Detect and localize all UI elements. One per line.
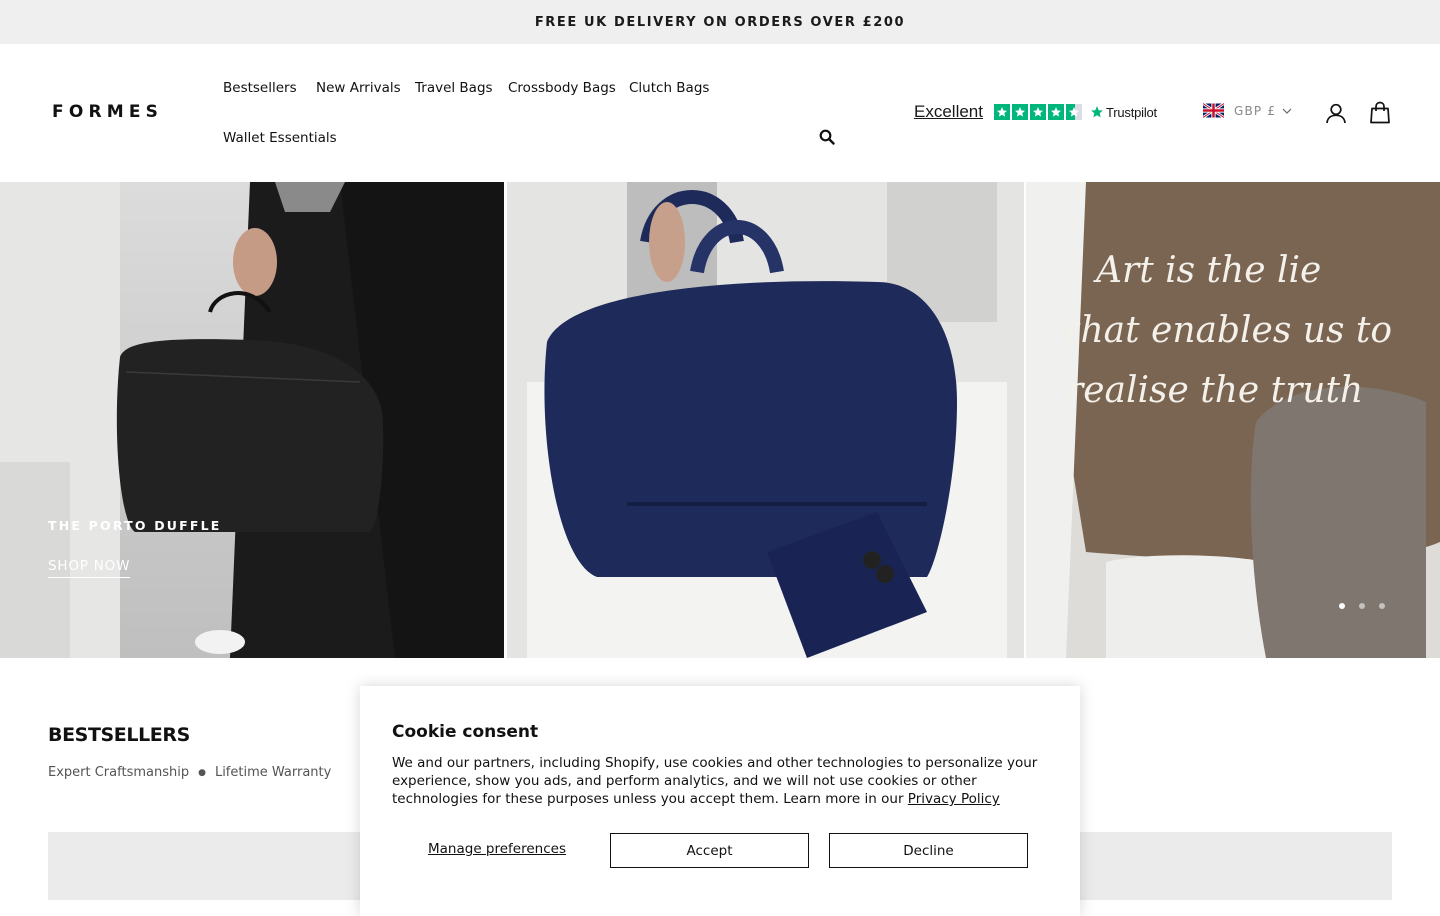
decline-button[interactable]: Decline (829, 833, 1028, 868)
trustpilot-widget[interactable]: Excellent Trustpilot (914, 100, 1157, 124)
carousel-dot-1[interactable] (1339, 603, 1345, 609)
nav-new-arrivals[interactable]: New Arrivals (316, 80, 401, 96)
chevron-down-icon (1282, 108, 1292, 114)
carousel-dot-2[interactable] (1359, 603, 1365, 609)
bestsellers-heading: BESTSELLERS (48, 724, 190, 746)
main-nav: Bestsellers New Arrivals Travel Bags Cro… (223, 44, 843, 182)
trustpilot-stars (993, 104, 1082, 120)
privacy-policy-link[interactable]: Privacy Policy (908, 791, 1000, 807)
svg-text:realise the truth: realise the truth (1066, 370, 1363, 411)
site-header: FORMES Bestsellers New Arrivals Travel B… (0, 44, 1440, 182)
svg-text:Art is the lie: Art is the lie (1093, 250, 1321, 291)
feature-craftsmanship: Expert Craftsmanship (48, 765, 190, 780)
trustpilot-brand: Trustpilot (1105, 104, 1157, 120)
accept-button[interactable]: Accept (610, 833, 809, 868)
star-icon (1011, 104, 1028, 120)
hero-image-taupe-bag: Art is the lie that enables us to realis… (1026, 182, 1440, 658)
hero-image-porto-duffle: THE PORTO DUFFLE SHOP NOW (0, 182, 504, 658)
announcement-text: FREE UK DELIVERY ON ORDERS OVER £200 (534, 14, 906, 30)
carousel-dots (1339, 603, 1385, 609)
manage-preferences-link[interactable]: Manage preferences (428, 841, 566, 857)
star-icon (993, 104, 1010, 120)
nav-travel-bags[interactable]: Travel Bags (415, 80, 493, 96)
bullet-separator: ● (198, 767, 206, 778)
shop-now-link[interactable]: SHOP NOW (48, 558, 131, 578)
currency-label[interactable]: GBP £ (1234, 104, 1276, 118)
hero-illustration-middle (507, 182, 1024, 658)
half-star-icon (1065, 104, 1082, 120)
hero-illustration-left (0, 182, 504, 658)
carousel-dot-3[interactable] (1379, 603, 1385, 609)
feature-warranty: Lifetime Warranty (214, 765, 332, 780)
cookie-title: Cookie consent (392, 722, 539, 742)
announcement-bar: FREE UK DELIVERY ON ORDERS OVER £200 (0, 0, 1440, 44)
bestsellers-features: Expert Craftsmanship ● Lifetime Warranty (48, 765, 331, 780)
hero-carousel[interactable]: THE PORTO DUFFLE SHOP NOW Art is the lie (0, 182, 1440, 658)
svg-text:that enables us to: that enables us to (1066, 310, 1392, 351)
account-icon[interactable] (1325, 102, 1347, 124)
star-icon (1047, 104, 1064, 120)
star-icon (1029, 104, 1046, 120)
hero-image-navy-duffle (507, 182, 1024, 658)
cart-icon[interactable] (1369, 101, 1391, 124)
hero-illustration-right: Art is the lie that enables us to realis… (1026, 182, 1440, 658)
cookie-body: We and our partners, including Shopify, … (392, 754, 1052, 808)
search-icon[interactable] (819, 129, 835, 145)
currency-selector[interactable]: GBP £ (1203, 103, 1292, 118)
nav-bestsellers[interactable]: Bestsellers (223, 80, 297, 96)
trustpilot-rating-text[interactable]: Excellent (914, 102, 983, 122)
nav-wallet-essentials[interactable]: Wallet Essentials (223, 130, 337, 146)
trustpilot-logo: Trustpilot (1090, 105, 1157, 120)
trustpilot-star-icon (1091, 106, 1103, 118)
nav-crossbody-bags[interactable]: Crossbody Bags (508, 80, 616, 96)
cookie-consent-dialog: Cookie consent We and our partners, incl… (360, 686, 1080, 916)
flag-uk-icon (1203, 103, 1224, 118)
logo[interactable]: FORMES (52, 102, 163, 122)
nav-clutch-bags[interactable]: Clutch Bags (629, 80, 709, 96)
hero-title: THE PORTO DUFFLE (48, 518, 222, 533)
